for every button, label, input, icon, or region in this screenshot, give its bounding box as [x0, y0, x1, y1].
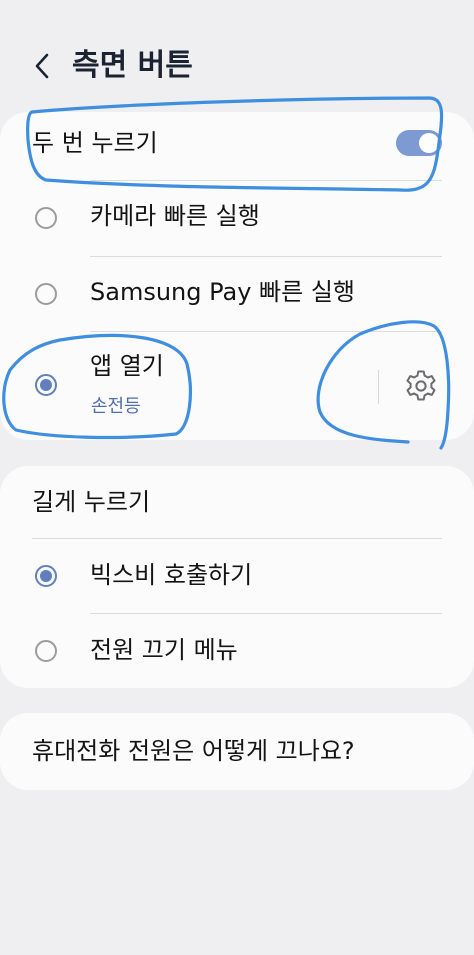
- divider: [32, 538, 442, 539]
- option-camera-label: 카메라 빠른 실행: [90, 202, 260, 230]
- radio-camera[interactable]: [35, 207, 57, 229]
- double-press-toggle[interactable]: [396, 130, 442, 156]
- help-link[interactable]: 휴대전화 전원은 어떻게 끄나요?: [32, 734, 355, 768]
- help-card[interactable]: 휴대전화 전원은 어떻게 끄나요?: [0, 713, 474, 790]
- option-power-off-label: 전원 끄기 메뉴: [90, 636, 238, 664]
- radio-open-app[interactable]: [35, 374, 57, 396]
- vertical-separator: [378, 370, 379, 404]
- page-title: 측면 버튼: [72, 48, 193, 83]
- divider: [90, 331, 442, 332]
- option-camera-quick-launch[interactable]: 카메라 빠른 실행: [0, 182, 474, 254]
- double-press-toggle-row[interactable]: 두 번 누르기: [0, 112, 474, 180]
- gear-icon[interactable]: [403, 368, 439, 404]
- radio-bixby[interactable]: [35, 565, 57, 587]
- chevron-left-icon: [35, 53, 49, 79]
- option-samsung-pay-label: Samsung Pay 빠른 실행: [90, 278, 355, 306]
- divider: [90, 256, 442, 257]
- option-open-app-sublabel: 손전등: [91, 396, 141, 417]
- divider: [90, 180, 442, 181]
- option-open-app-label: 앱 열기: [90, 352, 164, 380]
- double-press-label: 두 번 누르기: [32, 129, 158, 157]
- back-button[interactable]: [22, 44, 62, 88]
- divider: [90, 613, 442, 614]
- radio-power-off-menu[interactable]: [35, 640, 57, 662]
- app-header: 측면 버튼: [0, 0, 474, 110]
- press-and-hold-card: 길게 누르기 빅스비 호출하기 전원 끄기 메뉴: [0, 466, 474, 688]
- press-and-hold-header: 길게 누르기: [0, 466, 474, 538]
- option-bixby-label: 빅스비 호출하기: [90, 561, 253, 589]
- option-samsung-pay[interactable]: Samsung Pay 빠른 실행: [0, 258, 474, 330]
- double-press-card: 두 번 누르기 카메라 빠른 실행 Samsung Pay 빠른 실행 앱 열기…: [0, 112, 474, 440]
- toggle-knob: [419, 133, 439, 153]
- press-and-hold-label: 길게 누르기: [32, 488, 151, 516]
- option-power-off-menu[interactable]: 전원 끄기 메뉴: [0, 615, 474, 687]
- option-bixby[interactable]: 빅스비 호출하기: [0, 540, 474, 612]
- radio-samsung-pay[interactable]: [35, 283, 57, 305]
